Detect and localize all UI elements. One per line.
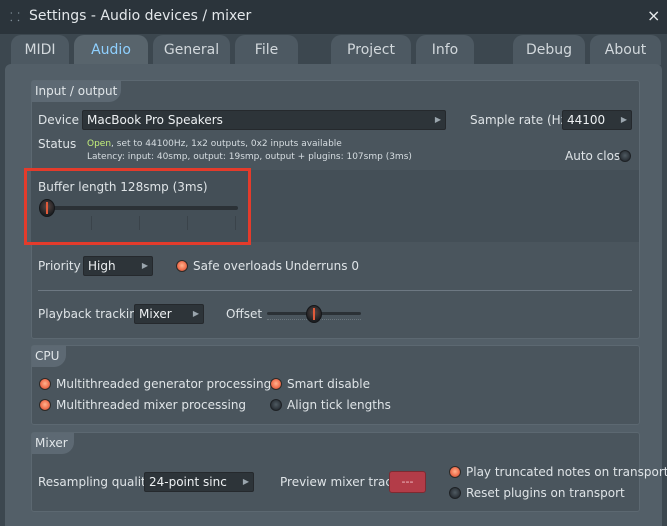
tab-about[interactable]: About	[590, 35, 661, 65]
multithreaded-mixer-toggle[interactable]	[39, 399, 51, 411]
device-dropdown[interactable]: MacBook Pro Speakers ▶	[82, 110, 446, 130]
highlight-box	[24, 168, 251, 245]
section-header-cpu: CPU	[32, 346, 66, 367]
underruns-label: Underruns 0	[285, 259, 359, 273]
playback-tracking-label: Playback tracking	[38, 307, 145, 321]
offset-label: Offset	[226, 307, 263, 321]
tab-debug[interactable]: Debug	[513, 35, 585, 65]
section-header-io: Input / output	[32, 81, 121, 102]
dropdown-arrow-icon: ▶	[620, 115, 627, 124]
device-value: MacBook Pro Speakers	[87, 113, 223, 127]
close-icon[interactable]: ×	[647, 7, 660, 25]
multithreaded-generator-label: Multithreaded generator processing	[56, 377, 272, 391]
align-tick-lengths-label: Align tick lengths	[287, 398, 391, 412]
sample-rate-dropdown[interactable]: 44100 ▶	[562, 110, 632, 130]
fl-logo-icon: ⸬	[10, 10, 20, 24]
status-line-1: Open, set to 44100Hz, 1x2 outputs, 0x2 i…	[87, 139, 342, 149]
status-line-2: Latency: input: 40smp, output: 19smp, ou…	[87, 152, 412, 162]
safe-overloads-toggle[interactable]	[176, 260, 188, 272]
status-details: , set to 44100Hz, 1x2 outputs, 0x2 input…	[111, 139, 342, 149]
divider	[38, 290, 632, 291]
playback-tracking-value: Mixer	[139, 307, 172, 321]
resampling-quality-dropdown[interactable]: 24-point sinc ▶	[144, 472, 254, 492]
safe-overloads-label: Safe overloads	[193, 259, 283, 273]
priority-value: High	[88, 259, 116, 273]
tab-info[interactable]: Info	[416, 35, 474, 65]
sample-rate-label: Sample rate (Hz)	[470, 113, 572, 127]
priority-dropdown[interactable]: High ▶	[83, 256, 153, 276]
tab-general[interactable]: General	[153, 35, 230, 65]
play-truncated-notes-toggle[interactable]	[449, 466, 461, 478]
resampling-quality-value: 24-point sinc	[149, 475, 227, 489]
reset-plugins-toggle[interactable]	[449, 487, 461, 499]
multithreaded-generator-toggle[interactable]	[39, 378, 51, 390]
dropdown-arrow-icon: ▶	[242, 477, 249, 486]
priority-label: Priority	[38, 259, 81, 273]
section-header-mixer: Mixer	[32, 433, 74, 454]
offset-slider-knob[interactable]	[306, 305, 322, 323]
multithreaded-mixer-label: Multithreaded mixer processing	[56, 398, 247, 412]
smart-disable-label: Smart disable	[287, 377, 371, 391]
play-truncated-notes-label: Play truncated notes on transport	[466, 465, 667, 479]
preview-mixer-track-label: Preview mixer track	[280, 475, 399, 489]
device-label: Device	[38, 113, 80, 127]
auto-close-toggle[interactable]	[619, 150, 631, 162]
reset-plugins-label: Reset plugins on transport	[466, 486, 625, 500]
tab-midi[interactable]: MIDI	[11, 35, 69, 65]
status-label: Status	[38, 137, 77, 151]
status-open: Open	[87, 139, 112, 149]
playback-tracking-dropdown[interactable]: Mixer ▶	[134, 304, 204, 324]
tab-audio[interactable]: Audio	[74, 35, 148, 65]
preview-mixer-track-button[interactable]: ---	[389, 471, 426, 493]
smart-disable-toggle[interactable]	[270, 378, 282, 390]
resampling-quality-label: Resampling quality	[38, 475, 153, 489]
dropdown-arrow-icon: ▶	[141, 261, 148, 270]
sample-rate-value: 44100	[567, 113, 606, 127]
align-tick-lengths-toggle[interactable]	[270, 399, 282, 411]
dropdown-arrow-icon: ▶	[192, 309, 199, 318]
window-title: Settings - Audio devices / mixer	[29, 8, 252, 24]
tab-file[interactable]: File	[235, 35, 298, 65]
dropdown-arrow-icon: ▶	[434, 115, 441, 124]
tab-project[interactable]: Project	[331, 35, 411, 65]
